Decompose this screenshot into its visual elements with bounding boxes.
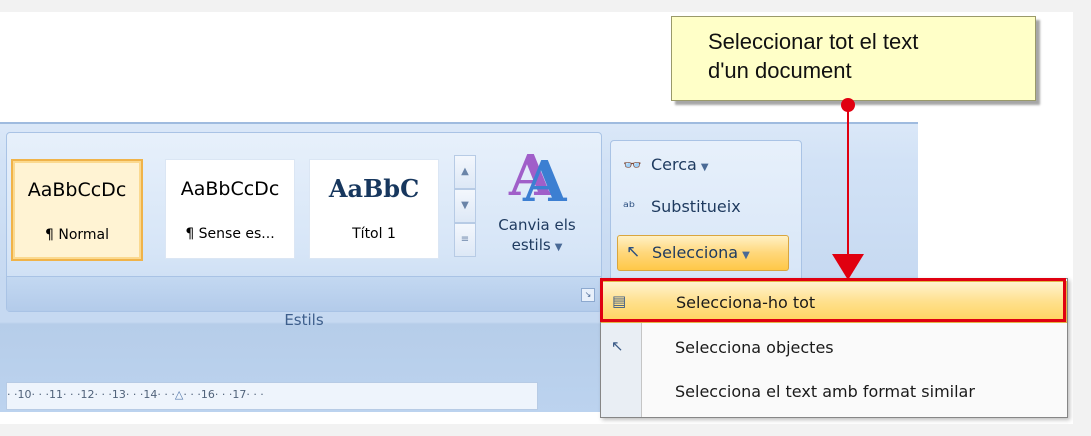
cursor-arrow-icon: ↖ [611, 337, 624, 355]
menu-item-label: Selecciona el text amb format similar [675, 382, 975, 401]
style-sample: AaBbCcDc [27, 179, 127, 201]
callout-line-2: d'un document [708, 58, 852, 83]
change-styles-label-line2: estils ▼ [511, 236, 563, 254]
find-button[interactable]: 👓 Cerca ▼ [623, 155, 709, 174]
style-name: ¶ Normal [44, 227, 109, 243]
gallery-more-button[interactable]: ≡ [454, 223, 476, 257]
change-styles-icon: AA [509, 143, 567, 215]
ruler-ticks-right: · · ·16· · ·17· · · [183, 388, 264, 401]
annotation-highlight-box [600, 278, 1066, 322]
menu-item-label: Selecciona objectes [675, 338, 834, 357]
annotation-dot [841, 98, 855, 112]
select-label: Selecciona ▼ [652, 243, 750, 262]
annotation-callout: Seleccionar tot el text d'un document [671, 16, 1036, 101]
page-frame-bottom [0, 424, 1091, 436]
styles-group: ↘ Estils AaBbCcDc ¶ Normal AaBbCcDc ¶ Se… [6, 132, 602, 329]
change-styles-button[interactable]: AA Canvia els estils ▼ [483, 141, 591, 305]
ruler-ticks-left: · ·10· · ·11· · ·12· · ·13· · ·14· · · [7, 388, 175, 401]
select-button[interactable]: ↖ Selecciona ▼ [617, 235, 789, 271]
chevron-down-icon: ▼ [554, 242, 563, 253]
style-name: Títol 1 [352, 226, 396, 242]
replace-icon: ᵃᵇ [623, 198, 636, 216]
replace-label: Substitueix [651, 197, 741, 216]
callout-line-1: Seleccionar tot el text [708, 29, 919, 54]
change-styles-label-line1: Canvia els [498, 216, 576, 234]
annotation-arrowhead-icon [832, 254, 864, 280]
cursor-arrow-icon: ↖ [626, 242, 641, 262]
style-tile-heading-1[interactable]: AaBbC Títol 1 [309, 159, 439, 259]
editing-group: 👓 Cerca ▼ ᵃᵇ Substitueix ↖ Selecciona ▼ [610, 140, 802, 292]
replace-button[interactable]: ᵃᵇ Substitueix [623, 197, 741, 216]
style-sample: AaBbCcDc [180, 178, 280, 200]
styles-group-label: Estils [284, 311, 324, 329]
ribbon-top-border [0, 122, 918, 124]
chevron-down-icon: ▼ [742, 250, 750, 261]
scroll-up-button[interactable]: ▲ [454, 155, 476, 189]
page-frame-top [0, 0, 1091, 12]
style-tile-normal[interactable]: AaBbCcDc ¶ Normal [11, 159, 143, 261]
style-sample: AaBbC [328, 174, 420, 203]
page-frame-right [1073, 0, 1091, 436]
binoculars-icon: 👓 [623, 156, 642, 174]
style-name: ¶ Sense es... [185, 226, 275, 242]
callout-text: Seleccionar tot el text d'un document [708, 27, 1028, 85]
menu-item-select-similar-formatting[interactable]: Selecciona el text amb format similar [601, 371, 1067, 413]
annotation-arrow-line [847, 106, 849, 256]
menu-item-select-objects[interactable]: ↖ Selecciona objectes [601, 327, 1067, 369]
change-styles-label: Canvia els estils ▼ [483, 215, 591, 258]
style-tile-no-spacing[interactable]: AaBbCcDc ¶ Sense es... [165, 159, 295, 259]
find-label: Cerca [651, 155, 697, 174]
styles-gallery-scroller: ▲ ▼ ≡ [454, 155, 476, 259]
chevron-down-icon: ▼ [700, 162, 709, 173]
horizontal-ruler[interactable]: · ·10· · ·11· · ·12· · ·13· · ·14· · ·△·… [6, 382, 538, 410]
scroll-down-button[interactable]: ▼ [454, 189, 476, 223]
